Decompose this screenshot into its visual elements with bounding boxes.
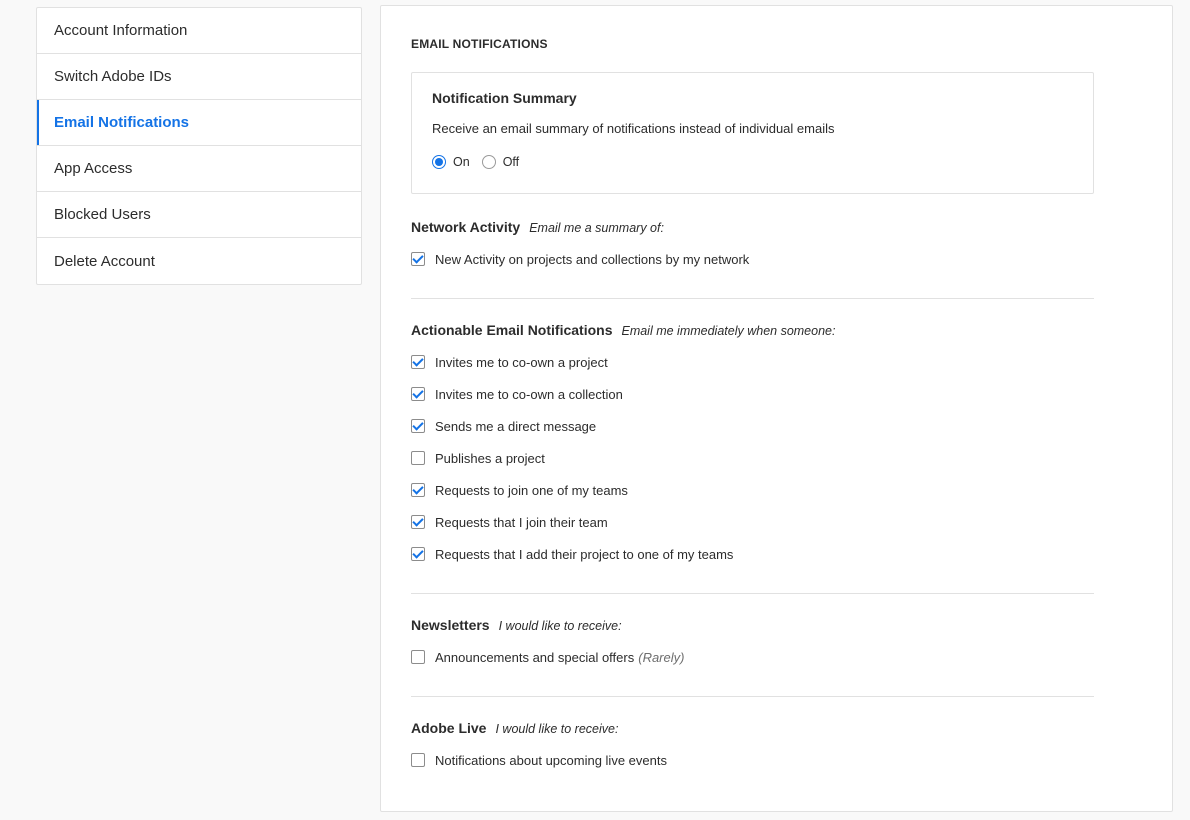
section-divider xyxy=(411,593,1094,594)
newsletters-title: Newsletters xyxy=(411,617,490,633)
actionable-header: Actionable Email Notifications Email me … xyxy=(411,322,1094,340)
settings-sidebar: Account Information Switch Adobe IDs Ema… xyxy=(36,7,362,285)
checkbox-label: Notifications about upcoming live events xyxy=(435,752,667,768)
network-activity-option[interactable]: New Activity on projects and collections… xyxy=(411,243,1094,275)
sidebar-item-account-information[interactable]: Account Information xyxy=(37,8,361,54)
page-title: EMAIL NOTIFICATIONS xyxy=(411,37,548,51)
checkbox-label: Requests to join one of my teams xyxy=(435,482,628,498)
summary-radio-group: On Off xyxy=(432,155,531,169)
actionable-subtitle: Email me immediately when someone: xyxy=(621,324,836,338)
notification-summary-box: Notification Summary Receive an email su… xyxy=(411,72,1094,194)
co-own-collection-checkbox[interactable] xyxy=(411,387,425,401)
sidebar-item-switch-adobe-ids[interactable]: Switch Adobe IDs xyxy=(37,54,361,100)
checkbox-label: Announcements and special offers xyxy=(435,649,635,665)
join-their-team-checkbox[interactable] xyxy=(411,515,425,529)
checkbox-label: Requests that I add their project to one… xyxy=(435,546,734,562)
summary-title: Notification Summary xyxy=(432,90,577,106)
actionable-option-publishes-project[interactable]: Publishes a project xyxy=(411,442,1094,474)
section-divider xyxy=(411,696,1094,697)
adobe-live-section: Adobe Live I would like to receive: Noti… xyxy=(411,720,1094,776)
add-project-to-team-checkbox[interactable] xyxy=(411,547,425,561)
live-events-checkbox[interactable] xyxy=(411,753,425,767)
sidebar-item-email-notifications[interactable]: Email Notifications xyxy=(37,100,361,146)
section-divider xyxy=(411,298,1094,299)
checkbox-label: Invites me to co-own a collection xyxy=(435,386,623,402)
network-activity-title: Network Activity xyxy=(411,219,521,235)
checkbox-label: New Activity on projects and collections… xyxy=(435,251,750,267)
join-my-team-checkbox[interactable] xyxy=(411,483,425,497)
adobe-live-header: Adobe Live I would like to receive: xyxy=(411,720,1094,738)
network-activity-checkbox[interactable] xyxy=(411,252,425,266)
summary-on-radio[interactable] xyxy=(432,155,446,169)
actionable-option-direct-message[interactable]: Sends me a direct message xyxy=(411,410,1094,442)
actionable-option-join-my-team[interactable]: Requests to join one of my teams xyxy=(411,474,1094,506)
publishes-project-checkbox[interactable] xyxy=(411,451,425,465)
adobe-live-option-events[interactable]: Notifications about upcoming live events xyxy=(411,744,1094,776)
co-own-project-checkbox[interactable] xyxy=(411,355,425,369)
actionable-option-co-own-project[interactable]: Invites me to co-own a project xyxy=(411,346,1094,378)
newsletters-option-announcements[interactable]: Announcements and special offers (Rarely… xyxy=(411,641,1094,673)
checkbox-label: Publishes a project xyxy=(435,450,545,466)
announcements-checkbox[interactable] xyxy=(411,650,425,664)
direct-message-checkbox[interactable] xyxy=(411,419,425,433)
checkbox-label: Requests that I join their team xyxy=(435,514,608,530)
sidebar-item-delete-account[interactable]: Delete Account xyxy=(37,238,361,284)
summary-off-label[interactable]: Off xyxy=(503,155,519,169)
network-activity-header: Network Activity Email me a summary of: xyxy=(411,219,1094,237)
adobe-live-subtitle: I would like to receive: xyxy=(495,722,619,736)
newsletters-section: Newsletters I would like to receive: Ann… xyxy=(411,617,1094,673)
network-activity-section: Network Activity Email me a summary of: … xyxy=(411,219,1094,275)
actionable-notifications-section: Actionable Email Notifications Email me … xyxy=(411,322,1094,570)
network-activity-subtitle: Email me a summary of: xyxy=(529,221,664,235)
adobe-live-title: Adobe Live xyxy=(411,720,487,736)
actionable-option-co-own-collection[interactable]: Invites me to co-own a collection xyxy=(411,378,1094,410)
actionable-title: Actionable Email Notifications xyxy=(411,322,613,338)
newsletters-subtitle: I would like to receive: xyxy=(498,619,622,633)
email-notifications-panel: EMAIL NOTIFICATIONS Notification Summary… xyxy=(380,5,1173,812)
checkbox-label: Sends me a direct message xyxy=(435,418,597,434)
summary-on-label[interactable]: On xyxy=(453,155,470,169)
actionable-option-join-their-team[interactable]: Requests that I join their team xyxy=(411,506,1094,538)
checkbox-label: Invites me to co-own a project xyxy=(435,354,608,370)
summary-description: Receive an email summary of notification… xyxy=(432,121,835,136)
actionable-option-add-project-to-team[interactable]: Requests that I add their project to one… xyxy=(411,538,1094,570)
newsletters-header: Newsletters I would like to receive: xyxy=(411,617,1094,635)
frequency-hint: (Rarely) xyxy=(638,649,685,665)
summary-off-radio[interactable] xyxy=(481,155,496,169)
sidebar-item-blocked-users[interactable]: Blocked Users xyxy=(37,192,361,238)
sidebar-item-app-access[interactable]: App Access xyxy=(37,146,361,192)
